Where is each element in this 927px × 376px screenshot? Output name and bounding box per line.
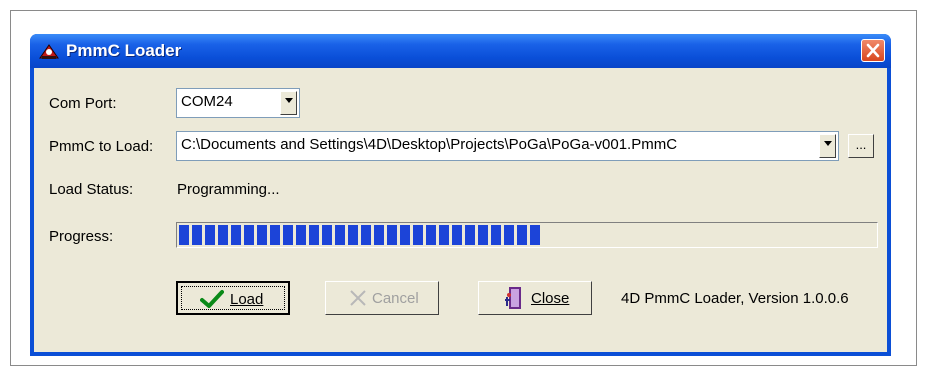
browse-button[interactable]: ... [848, 134, 874, 158]
close-button[interactable]: Close [478, 281, 592, 315]
title-bar[interactable]: PmmC Loader [30, 34, 891, 68]
pmmc-loader-window: PmmC Loader Com Port: COM24 PmmC to Load… [30, 34, 891, 356]
pmmc-file-path: C:\Documents and Settings\4D\Desktop\Pro… [181, 136, 678, 153]
pmmc-file-select[interactable]: C:\Documents and Settings\4D\Desktop\Pro… [176, 131, 839, 161]
progress-bar-fill [179, 225, 541, 245]
load-status-value: Programming... [177, 181, 280, 198]
close-button-label: Close [531, 290, 570, 307]
com-port-select[interactable]: COM24 [176, 88, 300, 118]
chevron-down-icon[interactable] [280, 91, 297, 115]
load-button[interactable]: Load [176, 281, 290, 315]
close-icon [866, 43, 880, 58]
com-port-value: COM24 [181, 93, 233, 110]
pmmc-label: PmmC to Load: [49, 138, 154, 155]
dialog-client-area: Com Port: COM24 PmmC to Load: C:\Documen… [34, 68, 887, 352]
cancel-button[interactable]: Cancel [325, 281, 439, 315]
door-exit-icon [505, 287, 521, 309]
close-window-button[interactable] [861, 39, 885, 62]
load-status-label: Load Status: [49, 181, 134, 198]
window-title: PmmC Loader [66, 41, 182, 60]
cancel-button-label: Cancel [372, 290, 419, 307]
load-button-label: Load [230, 291, 264, 308]
chevron-down-icon[interactable] [819, 134, 836, 158]
checkmark-icon [200, 290, 224, 308]
progress-bar [176, 222, 878, 248]
x-icon [350, 290, 366, 306]
app-logo-icon [39, 44, 59, 59]
progress-label: Progress: [49, 228, 114, 245]
version-text: 4D PmmC Loader, Version 1.0.0.6 [621, 290, 849, 307]
com-port-label: Com Port: [49, 95, 117, 112]
